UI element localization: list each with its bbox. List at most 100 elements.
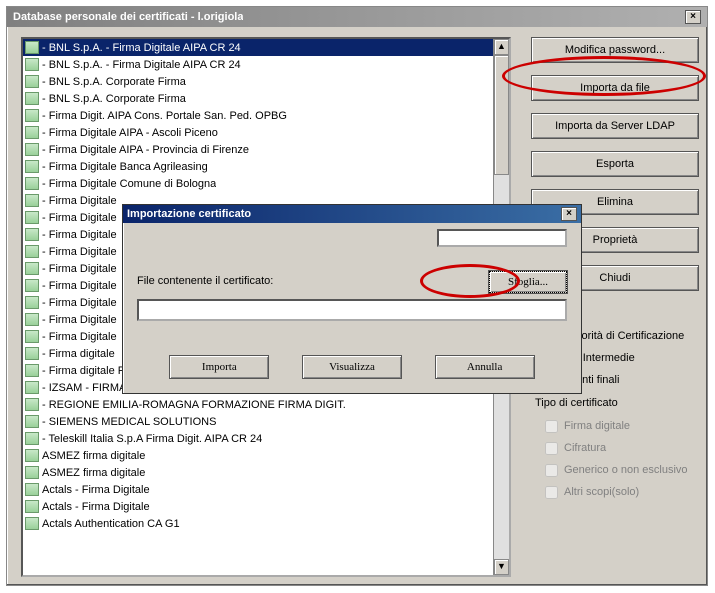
certificate-icon [25,245,39,258]
list-item-label: - Firma Digitale [42,314,117,326]
certificate-icon [25,160,39,173]
list-item-label: - Firma Digitale [42,263,117,275]
list-item[interactable]: - BNL S.p.A. Corporate Firma [23,90,493,107]
list-item-label: - BNL S.p.A. - Firma Digitale AIPA CR 24 [42,59,241,71]
check-other-label: Altri scopi(solo) [564,486,639,498]
import-file-button[interactable]: Importa da file [531,75,699,101]
check-encryption[interactable]: Cifratura [541,437,705,459]
list-item[interactable]: - REGIONE EMILIA-ROMAGNA FORMAZIONE FIRM… [23,396,493,413]
list-item-label: - Teleskill Italia S.p.A Firma Digit. AI… [42,433,262,445]
certificate-icon [25,449,39,462]
certificate-icon [25,398,39,411]
certificate-icon [25,432,39,445]
file-path-input[interactable] [137,299,567,321]
list-item-label: - Firma Digitale [42,212,117,224]
check-digital-sig[interactable]: Firma digitale [541,415,705,437]
list-item-label: Actals Authentication CA G1 [42,518,180,530]
list-item-label: - BNL S.p.A. - Firma Digitale AIPA CR 24 [42,42,241,54]
close-icon[interactable]: × [685,10,701,24]
list-item[interactable]: - Firma Digitale Comune di Bologna [23,175,493,192]
list-item[interactable]: - SIEMENS MEDICAL SOLUTIONS [23,413,493,430]
list-item[interactable]: - BNL S.p.A. Corporate Firma [23,73,493,90]
export-button[interactable]: Esporta [531,151,699,177]
dialog-button-row: Importa Visualizza Annulla [123,355,581,379]
certificate-icon [25,211,39,224]
list-item[interactable]: - Teleskill Italia S.p.A Firma Digit. AI… [23,430,493,447]
check-generic-label: Generico o non esclusivo [564,464,688,476]
certificate-icon [25,517,39,530]
list-item-label: - Firma Digitale [42,280,117,292]
list-item[interactable]: - Firma Digit. AIPA Cons. Portale San. P… [23,107,493,124]
list-item[interactable]: Actals Authentication CA G1 [23,515,493,532]
main-window-title: Database personale dei certificati - l.o… [13,11,243,23]
certificate-icon [25,228,39,241]
list-item[interactable]: ASMEZ firma digitale [23,464,493,481]
list-item-label: - BNL S.p.A. Corporate Firma [42,93,186,105]
list-item[interactable]: ASMEZ firma digitale [23,447,493,464]
certificate-icon [25,75,39,88]
browse-button[interactable]: Sfoglia... [489,271,567,293]
dialog-close-icon[interactable]: × [561,207,577,221]
list-item-label: - Firma Digitale [42,297,117,309]
certificate-icon [25,143,39,156]
list-item-label: Actals - Firma Digitale [42,484,150,496]
list-item-label: - SIEMENS MEDICAL SOLUTIONS [42,416,216,428]
certificate-icon [25,364,39,377]
list-item[interactable]: Actals - Firma Digitale [23,481,493,498]
list-item-label: - BNL S.p.A. Corporate Firma [42,76,186,88]
cert-type-group: Firma digitale Cifratura Generico o non … [525,415,705,503]
list-item-label: - Firma Digitale Banca Agrileasing [42,161,208,173]
modify-password-button[interactable]: Modifica password... [531,37,699,63]
list-item-label: - Firma Digit. AIPA Cons. Portale San. P… [42,110,287,122]
list-item-label: - REGIONE EMILIA-ROMAGNA FORMAZIONE FIRM… [42,399,346,411]
certificate-icon [25,330,39,343]
file-label: File contenente il certificato: [137,275,273,287]
scroll-up-icon[interactable]: ▲ [494,39,509,55]
list-item-label: - Firma Digitale [42,331,117,343]
check-digital-sig-label: Firma digitale [564,420,630,432]
dialog-body: File contenente il certificato: Sfoglia.… [123,223,581,393]
list-item[interactable]: - Firma Digitale AIPA - Ascoli Piceno [23,124,493,141]
certificate-icon [25,500,39,513]
check-generic[interactable]: Generico o non esclusivo [541,459,705,481]
list-item[interactable]: - BNL S.p.A. - Firma Digitale AIPA CR 24 [23,39,493,56]
dialog-view-button[interactable]: Visualizza [302,355,402,379]
list-item-label: Actals - Firma Digitale [42,501,150,513]
certificate-icon [25,466,39,479]
certificate-icon [25,109,39,122]
scroll-thumb[interactable] [494,55,509,175]
dialog-titlebar[interactable]: Importazione certificato × [123,205,581,223]
check-other[interactable]: Altri scopi(solo) [541,481,705,503]
scroll-down-icon[interactable]: ▼ [494,559,509,575]
certificate-icon [25,313,39,326]
list-item-label: - Firma Digitale AIPA - Ascoli Piceno [42,127,218,139]
certificate-icon [25,415,39,428]
check-digital-sig-input [545,420,558,433]
cert-type-label: Tipo di certificato [525,397,705,409]
import-cert-dialog: Importazione certificato × File contenen… [122,204,582,394]
dialog-small-input[interactable] [437,229,567,247]
list-item[interactable]: Actals - Firma Digitale [23,498,493,515]
check-generic-input [545,464,558,477]
dialog-title: Importazione certificato [127,208,251,220]
list-item[interactable]: - Firma Digitale Banca Agrileasing [23,158,493,175]
certificate-icon [25,177,39,190]
list-item-label: - Firma Digitale [42,246,117,258]
check-other-input [545,486,558,499]
dialog-import-button[interactable]: Importa [169,355,269,379]
check-encryption-label: Cifratura [564,442,606,454]
dialog-cancel-button[interactable]: Annulla [435,355,535,379]
import-ldap-button[interactable]: Importa da Server LDAP [531,113,699,139]
main-titlebar[interactable]: Database personale dei certificati - l.o… [7,7,707,27]
list-item[interactable]: - Firma Digitale AIPA - Provincia di Fir… [23,141,493,158]
certificate-icon [25,347,39,360]
radio-cert-auth-label: Autorità di Certificazione [565,330,684,342]
certificate-icon [25,483,39,496]
certificate-icon [25,381,39,394]
list-item-label: - Firma Digitale AIPA - Provincia di Fir… [42,144,249,156]
list-item-label: - Firma digitale [42,348,115,360]
certificate-icon [25,262,39,275]
check-encryption-input [545,442,558,455]
list-item[interactable]: - BNL S.p.A. - Firma Digitale AIPA CR 24 [23,56,493,73]
certificate-icon [25,126,39,139]
